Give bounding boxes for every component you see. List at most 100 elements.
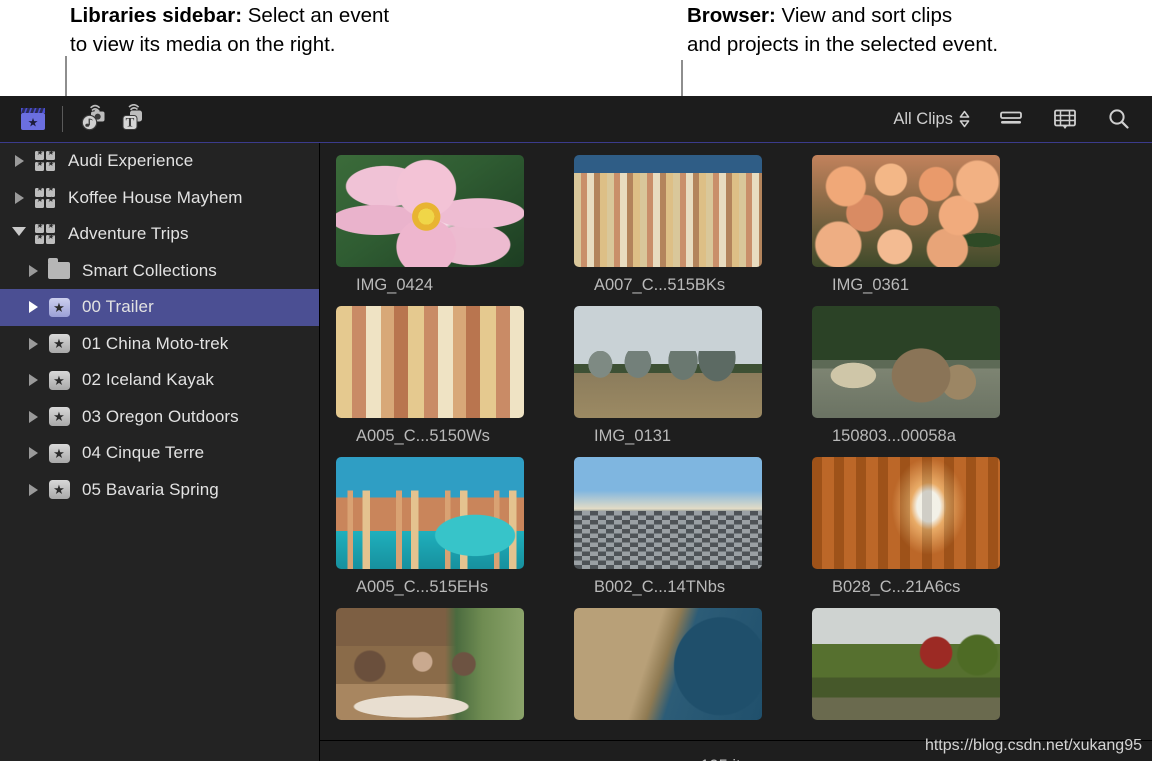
event-star-icon: ★ — [44, 444, 74, 463]
event-star-icon: ★ — [44, 480, 74, 499]
clip-name-label: IMG_0424 — [336, 267, 548, 306]
event-star-icon: ★ — [44, 298, 74, 317]
clip-thumbnail-checkerboard-promenade[interactable] — [574, 457, 762, 569]
clip-name-label: B028_C...21A6cs — [812, 569, 1024, 608]
sidebar-item-00-trailer[interactable]: ★00 Trailer — [0, 289, 319, 326]
libraries-icon: ★ — [18, 105, 48, 133]
photos-audio-button[interactable] — [75, 102, 113, 136]
clip-item[interactable]: A007_C...515BKs — [574, 155, 786, 306]
clip-thumbnail-cliffside-village-houses[interactable] — [574, 155, 762, 267]
clip-name-label: A005_C...515EHs — [336, 569, 548, 608]
library-icon — [30, 188, 60, 208]
sidebar-item-label: 05 Bavaria Spring — [74, 480, 219, 500]
clip-thumbnail-motorcyclists-with-helmets[interactable] — [812, 608, 1000, 720]
disclosure-triangle-closed-icon[interactable] — [8, 155, 30, 167]
clip-item[interactable]: IMG_0424 — [336, 155, 548, 306]
clip-filter-dropdown[interactable]: All Clips — [887, 108, 976, 131]
sidebar-item-05-bavaria-spring[interactable]: ★05 Bavaria Spring — [0, 472, 319, 509]
sidebar-item-02-iceland-kayak[interactable]: ★02 Iceland Kayak — [0, 362, 319, 399]
clip-thumbnail-karst-mountains-river[interactable] — [574, 306, 762, 418]
list-view-button[interactable] — [992, 102, 1030, 136]
clip-name-label: B002_C...14TNbs — [574, 569, 786, 608]
disclosure-triangle-closed-icon[interactable] — [22, 411, 44, 423]
library-icon — [30, 224, 60, 244]
clip-item[interactable] — [336, 608, 548, 740]
clip-name-label: IMG_0361 — [812, 267, 1024, 306]
disclosure-triangle-closed-icon[interactable] — [22, 265, 44, 277]
clip-name-label: A007_C...515BKs — [574, 267, 786, 306]
clip-thumbnail-pile-of-peaches[interactable] — [812, 155, 1000, 267]
annotation-leader-line-left — [65, 56, 67, 96]
list-view-icon — [998, 108, 1024, 130]
clip-item[interactable]: 150803...00058a — [812, 306, 1024, 457]
filmstrip-view-button[interactable] — [1046, 102, 1084, 136]
sidebar-item-04-cinque-terre[interactable]: ★04 Cinque Terre — [0, 435, 319, 472]
clip-item[interactable]: A005_C...515EHs — [336, 457, 548, 608]
clip-item[interactable]: A005_C...5150Ws — [336, 306, 548, 457]
clip-item[interactable]: IMG_0361 — [812, 155, 1024, 306]
clip-name-label — [336, 720, 548, 740]
browser-pane: IMG_0424 A007_C...515BKs IMG_0361 A005_C...… — [320, 143, 1152, 761]
clip-item[interactable]: IMG_0131 — [574, 306, 786, 457]
annotation-libraries-sidebar-title: Libraries sidebar: — [70, 4, 242, 27]
clip-thumbnail-cliff-cove-with-boat[interactable] — [574, 608, 762, 720]
disclosure-triangle-closed-icon[interactable] — [22, 484, 44, 496]
search-button[interactable] — [1100, 102, 1138, 136]
clip-name-label: 150803...00058a — [812, 418, 1024, 457]
disclosure-triangle-closed-icon[interactable] — [22, 374, 44, 386]
library-icon — [30, 151, 60, 171]
browser-footer: 105 items https://blog.csdn.net/xukang95 — [320, 740, 1152, 761]
sidebar-item-01-china-moto-trek[interactable]: ★01 China Moto-trek — [0, 326, 319, 363]
clip-name-label: A005_C...5150Ws — [336, 418, 548, 457]
clip-grid[interactable]: IMG_0424 A007_C...515BKs IMG_0361 A005_C...… — [320, 143, 1152, 740]
disclosure-triangle-closed-icon[interactable] — [22, 338, 44, 350]
clip-thumbnail-turquoise-coastal-town[interactable] — [336, 457, 524, 569]
sidebar-item-label: Adventure Trips — [60, 224, 189, 244]
clip-item[interactable] — [574, 608, 786, 740]
clip-thumbnail-colorful-village-facades[interactable] — [336, 306, 524, 418]
watermark-label: https://blog.csdn.net/xukang95 — [925, 737, 1142, 755]
clip-item[interactable]: B002_C...14TNbs — [574, 457, 786, 608]
sidebar-item-audi-experience[interactable]: Audi Experience — [0, 143, 319, 180]
clip-item[interactable]: B028_C...21A6cs — [812, 457, 1024, 608]
sidebar-item-03-oregon-outdoors[interactable]: ★03 Oregon Outdoors — [0, 399, 319, 436]
sidebar-item-adventure-trips[interactable]: Adventure Trips — [0, 216, 319, 253]
sidebar-item-label: Audi Experience — [60, 151, 193, 171]
disclosure-triangle-closed-icon[interactable] — [22, 447, 44, 459]
annotation-libraries-sidebar: Libraries sidebar: Select an event to vi… — [70, 1, 389, 59]
titles-generators-button[interactable]: T — [113, 102, 151, 136]
disclosure-triangle-open-icon[interactable] — [8, 227, 30, 242]
annotation-browser: Browser: View and sort clips and project… — [687, 1, 998, 59]
clip-filter-label: All Clips — [893, 110, 953, 129]
libraries-sidebar[interactable]: Audi Experience Koffee House Mayhem Advent… — [0, 143, 320, 761]
clip-thumbnail-people-eating-at-table[interactable] — [336, 608, 524, 720]
annotation-browser-title: Browser: — [687, 4, 776, 27]
filmstrip-view-icon — [1052, 107, 1078, 131]
sidebar-item-label: 04 Cinque Terre — [74, 443, 204, 463]
sidebar-item-koffee-house-mayhem[interactable]: Koffee House Mayhem — [0, 180, 319, 217]
clip-item[interactable] — [812, 608, 1024, 740]
clip-thumbnail-ducks-on-lake[interactable] — [812, 306, 1000, 418]
clip-thumbnail-orange-subway-tunnel[interactable] — [812, 457, 1000, 569]
sidebar-item-label: Koffee House Mayhem — [60, 188, 243, 208]
sidebar-item-label: 01 China Moto-trek — [74, 334, 228, 354]
clip-thumbnail-pink-lotus-flower[interactable] — [336, 155, 524, 267]
sidebar-item-smart-collections[interactable]: Smart Collections — [0, 253, 319, 290]
window-body: Audi Experience Koffee House Mayhem Advent… — [0, 143, 1152, 761]
annotation-layer: Libraries sidebar: Select an event to vi… — [0, 0, 1152, 96]
search-icon — [1106, 107, 1132, 131]
disclosure-triangle-closed-icon[interactable] — [22, 301, 44, 313]
toolbar-right-group: All Clips — [887, 102, 1152, 136]
svg-text:T: T — [126, 115, 135, 130]
final-cut-pro-window: ★ — [0, 96, 1152, 761]
item-count-label: 105 items — [320, 757, 1152, 761]
photos-audio-icon — [78, 104, 110, 134]
sidebar-item-label: Smart Collections — [74, 261, 217, 281]
clip-name-label — [574, 720, 786, 740]
libraries-button[interactable]: ★ — [14, 102, 52, 136]
event-star-icon: ★ — [44, 334, 74, 353]
disclosure-triangle-closed-icon[interactable] — [8, 192, 30, 204]
svg-text:★: ★ — [28, 116, 39, 130]
app-window: Libraries sidebar: Select an event to vi… — [0, 0, 1152, 761]
sidebar-item-label: 00 Trailer — [74, 297, 154, 317]
